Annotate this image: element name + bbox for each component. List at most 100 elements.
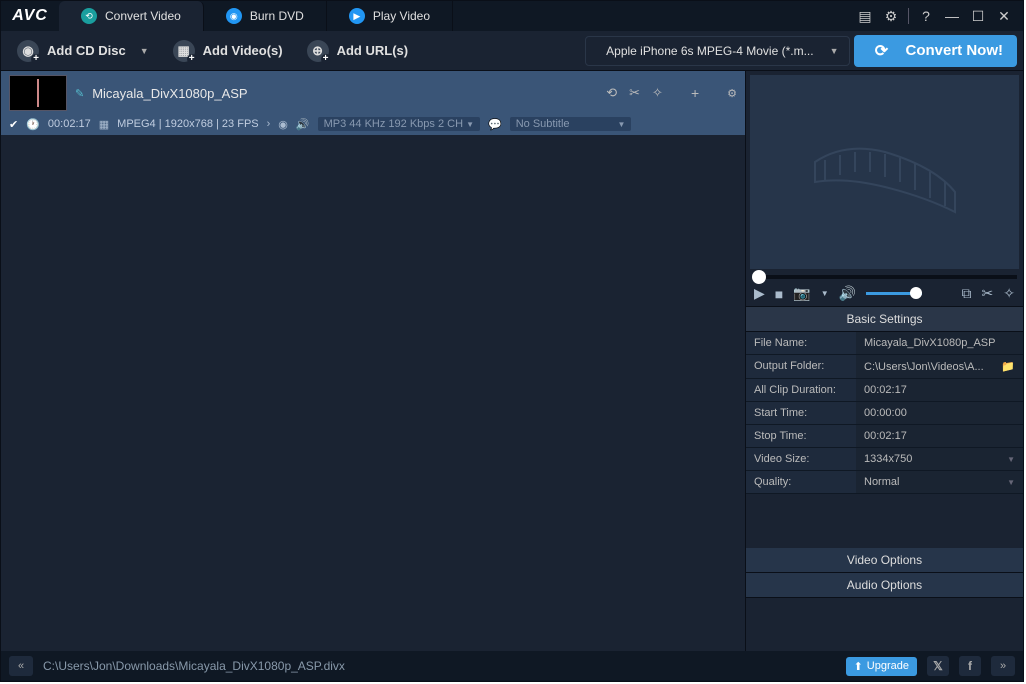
convert-now-button[interactable]: ⟳ Convert Now! bbox=[854, 35, 1018, 67]
settings-panel: Basic Settings File Name: Micayala_DivX1… bbox=[746, 306, 1023, 598]
disc-icon[interactable]: ◉ bbox=[278, 118, 288, 131]
status-path: C:\Users\Jon\Downloads\Micayala_DivX1080… bbox=[43, 659, 345, 673]
disc-icon: ◉ bbox=[226, 8, 242, 24]
chevron-down-icon[interactable]: ▼ bbox=[1007, 478, 1015, 487]
audio-options-header[interactable]: Audio Options bbox=[746, 573, 1023, 598]
video-size-select[interactable]: 1334x750 ▼ bbox=[856, 448, 1023, 470]
gear-icon[interactable]: ⚙ bbox=[882, 7, 900, 25]
stop-time-field[interactable]: 00:02:17 bbox=[856, 425, 1023, 447]
play-icon[interactable]: ▶ bbox=[754, 285, 765, 302]
check-icon[interactable]: ✔ bbox=[9, 118, 18, 131]
speaker-icon[interactable]: 🔊 bbox=[296, 118, 310, 131]
playback-controls: ▶ ■ 📷 ▼ 🔊 ⧉ ✂ ✧ bbox=[746, 281, 1023, 306]
toolbar: ◉ Add CD Disc ▼ ▦ Add Video(s) ⊕ Add URL… bbox=[1, 31, 1023, 71]
file-list-pane: ✎ Micayala_DivX1080p_ASP ⟲ ✂ ✧ + ⚙ ✔ 🕐 0… bbox=[1, 71, 745, 651]
collapse-left-button[interactable]: « bbox=[9, 656, 33, 676]
expand-right-button[interactable]: » bbox=[991, 656, 1015, 676]
cut-icon[interactable]: ✂ bbox=[982, 285, 994, 302]
film-strip-icon bbox=[805, 122, 965, 222]
cut-icon[interactable]: ✂ bbox=[629, 85, 640, 101]
preview-area[interactable] bbox=[750, 75, 1019, 269]
link-icon[interactable]: ⧉ bbox=[962, 285, 972, 302]
tab-play-video[interactable]: ▶ Play Video bbox=[327, 1, 453, 31]
film-icon: ▦ bbox=[99, 118, 109, 131]
setting-label: Stop Time: bbox=[746, 425, 856, 447]
disc-plus-icon: ◉ bbox=[17, 40, 39, 62]
app-window: AVC ⟲ Convert Video ◉ Burn DVD ▶ Play Vi… bbox=[0, 0, 1024, 682]
file-actions: ⟲ ✂ ✧ bbox=[606, 85, 663, 101]
video-options-header[interactable]: Video Options bbox=[746, 548, 1023, 573]
audio-info-select[interactable]: MP3 44 KHz 192 Kbps 2 CH ▼ bbox=[318, 117, 480, 131]
file-item-header: ✎ Micayala_DivX1080p_ASP ⟲ ✂ ✧ + ⚙ bbox=[1, 71, 745, 115]
button-label: Add CD Disc bbox=[47, 43, 126, 58]
tab-convert-video[interactable]: ⟲ Convert Video bbox=[59, 1, 204, 31]
effects-icon[interactable]: ✧ bbox=[1003, 285, 1015, 302]
globe-plus-icon: ⊕ bbox=[307, 40, 329, 62]
button-label: Convert Now! bbox=[906, 42, 1004, 59]
setting-row-video-size: Video Size: 1334x750 ▼ bbox=[746, 448, 1023, 471]
add-cd-disc-button[interactable]: ◉ Add CD Disc ▼ bbox=[7, 34, 159, 68]
output-folder-field[interactable]: C:\Users\Jon\Videos\A... 📁 bbox=[856, 355, 1023, 378]
add-videos-button[interactable]: ▦ Add Video(s) bbox=[163, 34, 293, 68]
twitter-icon[interactable]: 𝕏 bbox=[927, 656, 949, 676]
chevron-down-icon[interactable]: ▼ bbox=[821, 289, 829, 298]
app-logo: AVC bbox=[1, 1, 59, 31]
titlebar: AVC ⟲ Convert Video ◉ Burn DVD ▶ Play Vi… bbox=[1, 1, 1023, 31]
setting-label: File Name: bbox=[746, 332, 856, 354]
basic-settings-header[interactable]: Basic Settings bbox=[746, 307, 1023, 332]
pencil-icon[interactable]: ✎ bbox=[75, 87, 84, 100]
seek-slider[interactable] bbox=[752, 275, 1017, 279]
minimize-icon[interactable]: — bbox=[943, 7, 961, 25]
stop-icon[interactable]: ■ bbox=[775, 286, 783, 302]
file-item[interactable]: ✎ Micayala_DivX1080p_ASP ⟲ ✂ ✧ + ⚙ ✔ 🕐 0… bbox=[1, 71, 745, 136]
chevron-right-icon[interactable]: › bbox=[267, 118, 271, 130]
seek-thumb[interactable] bbox=[752, 270, 766, 284]
setting-row-stop-time: Stop Time: 00:02:17 bbox=[746, 425, 1023, 448]
start-time-field[interactable]: 00:00:00 bbox=[856, 402, 1023, 424]
subtitle-icon[interactable]: 💬 bbox=[488, 118, 502, 131]
film-plus-icon: ▦ bbox=[173, 40, 195, 62]
setting-label: Quality: bbox=[746, 471, 856, 493]
volume-icon[interactable]: 🔊 bbox=[839, 285, 856, 302]
setting-label: All Clip Duration: bbox=[746, 379, 856, 401]
add-urls-button[interactable]: ⊕ Add URL(s) bbox=[297, 34, 419, 68]
chevron-down-icon[interactable]: ▼ bbox=[1007, 455, 1015, 464]
reload-icon[interactable]: ⟲ bbox=[606, 85, 617, 101]
setting-label: Start Time: bbox=[746, 402, 856, 424]
statusbar: « C:\Users\Jon\Downloads\Micayala_DivX10… bbox=[1, 651, 1023, 681]
button-label: Add Video(s) bbox=[203, 43, 283, 58]
folder-icon[interactable]: 📁 bbox=[1001, 360, 1015, 373]
facebook-icon[interactable]: f bbox=[959, 656, 981, 676]
main-area: ✎ Micayala_DivX1080p_ASP ⟲ ✂ ✧ + ⚙ ✔ 🕐 0… bbox=[1, 71, 1023, 651]
subtitle-select[interactable]: No Subtitle▼ bbox=[510, 117, 632, 131]
tab-burn-dvd[interactable]: ◉ Burn DVD bbox=[204, 1, 327, 31]
setting-row-duration: All Clip Duration: 00:02:17 bbox=[746, 379, 1023, 402]
output-profile-select[interactable]: Apple iPhone 6s MPEG-4 Movie (*.m... ▼ bbox=[585, 36, 849, 66]
setting-label: Output Folder: bbox=[746, 355, 856, 378]
video-thumbnail[interactable] bbox=[9, 75, 67, 111]
separator bbox=[908, 8, 909, 24]
tab-label: Burn DVD bbox=[250, 9, 304, 23]
refresh-icon: ⟲ bbox=[81, 8, 97, 24]
settings-icon[interactable]: ⚙ bbox=[727, 87, 737, 100]
close-icon[interactable]: ✕ bbox=[995, 7, 1013, 25]
filename-field[interactable]: Micayala_DivX1080p_ASP bbox=[856, 332, 1023, 354]
upgrade-button[interactable]: ⬆ Upgrade bbox=[846, 657, 917, 676]
quality-select[interactable]: Normal ▼ bbox=[856, 471, 1023, 493]
setting-row-output-folder: Output Folder: C:\Users\Jon\Videos\A... … bbox=[746, 355, 1023, 379]
effects-icon[interactable]: ✧ bbox=[652, 85, 663, 101]
volume-slider[interactable] bbox=[866, 292, 922, 295]
title-controls: ▤ ⚙ ? — ☐ ✕ bbox=[846, 1, 1023, 31]
maximize-icon[interactable]: ☐ bbox=[969, 7, 987, 25]
play-icon: ▶ bbox=[349, 8, 365, 24]
options-icon[interactable]: ▤ bbox=[856, 7, 874, 25]
setting-row-quality: Quality: Normal ▼ bbox=[746, 471, 1023, 494]
add-icon[interactable]: + bbox=[691, 85, 699, 101]
help-icon[interactable]: ? bbox=[917, 7, 935, 25]
side-panel: ▶ ■ 📷 ▼ 🔊 ⧉ ✂ ✧ Basic Settings File Name… bbox=[745, 71, 1023, 651]
button-label: Add URL(s) bbox=[337, 43, 409, 58]
clock-icon: 🕐 bbox=[26, 118, 40, 131]
settings-grid: File Name: Micayala_DivX1080p_ASP Output… bbox=[746, 332, 1023, 494]
snapshot-icon[interactable]: 📷 bbox=[793, 285, 810, 302]
video-info: MPEG4 | 1920x768 | 23 FPS bbox=[117, 118, 258, 130]
